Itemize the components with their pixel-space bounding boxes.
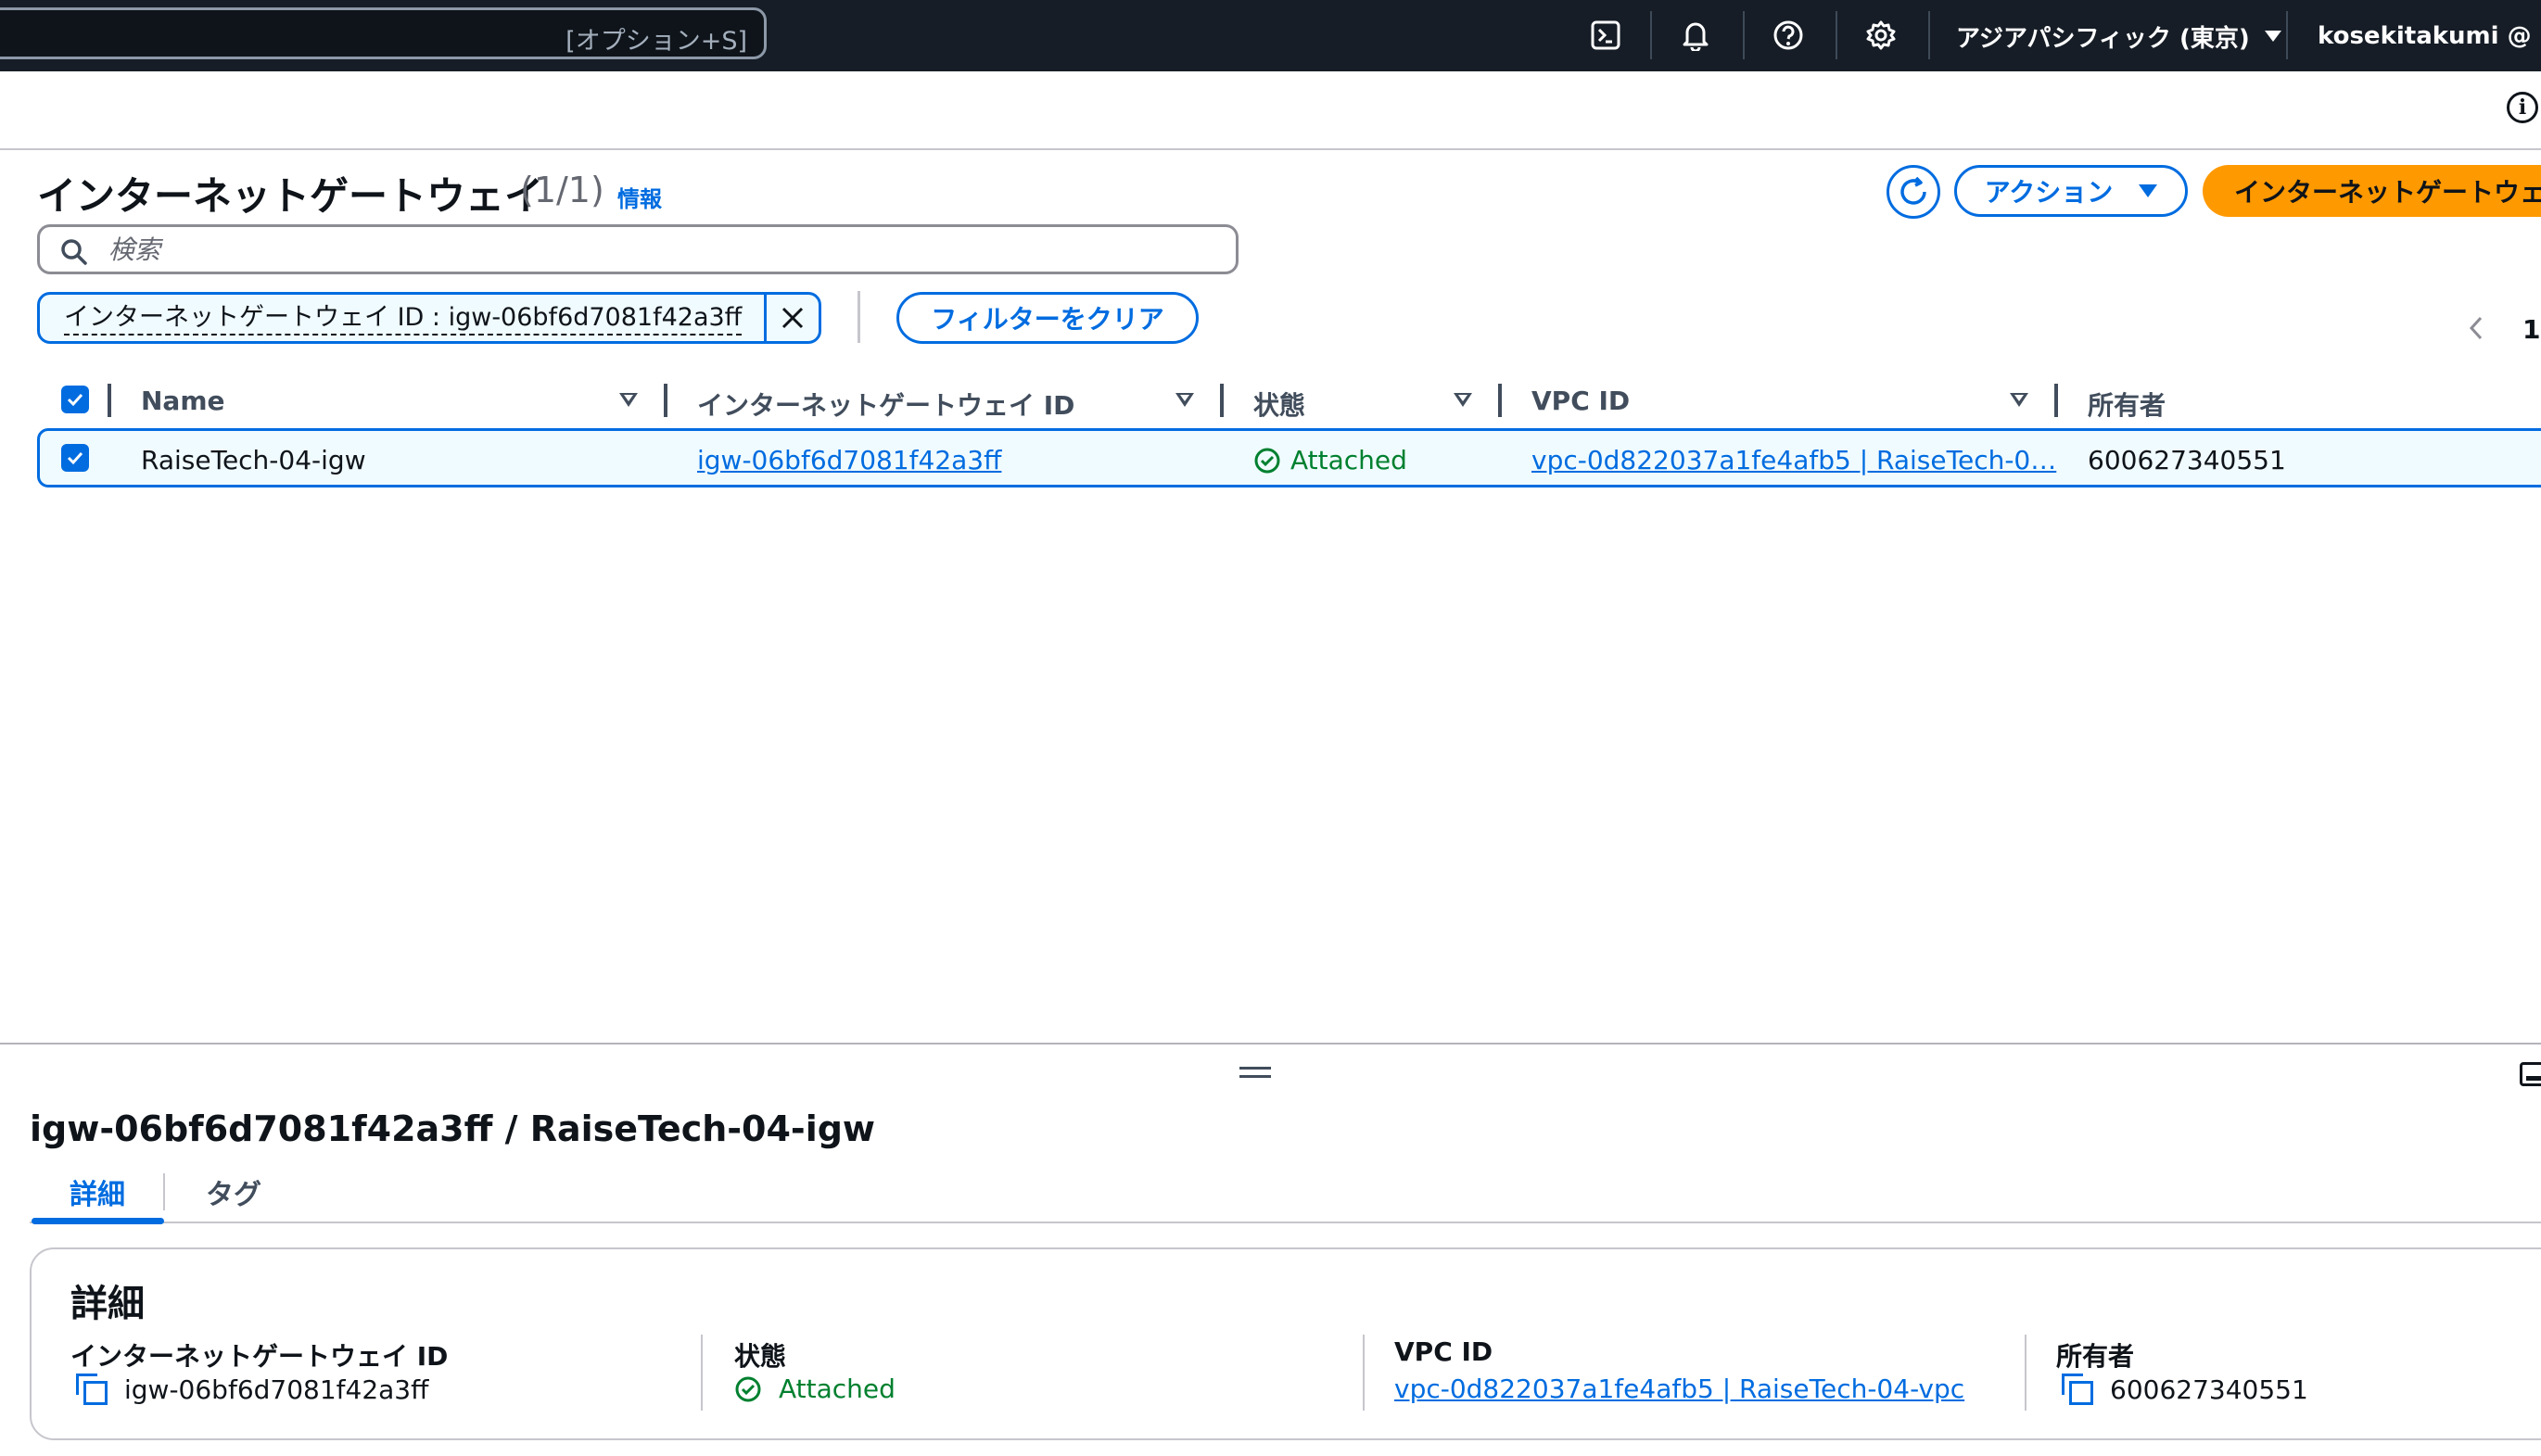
copy-icon[interactable] — [76, 1374, 108, 1405]
check-icon — [67, 393, 83, 407]
pagination-page-number[interactable]: 1 — [2522, 314, 2540, 345]
create-internet-gateway-button[interactable]: インターネットゲートウェイの作成 — [2203, 165, 2541, 217]
state-value: Attached — [779, 1374, 896, 1404]
search-shortcut-hint: [オプション+S] — [565, 27, 747, 56]
cloudshell-icon[interactable] — [1584, 14, 1627, 57]
tab-separator — [163, 1173, 165, 1210]
region-selector[interactable]: アジアパシフィック (東京) — [1956, 15, 2281, 57]
account-menu[interactable]: kosekitakumi @ 6006 — [2318, 15, 2541, 57]
secondary-bar — [0, 71, 2541, 150]
select-all-checkbox[interactable] — [61, 386, 89, 413]
column-separator — [664, 384, 667, 417]
field-value-owner: 600627340551 — [2062, 1374, 2308, 1405]
search-input[interactable] — [108, 233, 1202, 266]
toolbar-separator — [858, 291, 860, 343]
sort-icon[interactable] — [1454, 393, 1472, 407]
page-title: インターネットゲートウェイ — [37, 173, 544, 219]
field-label-state: 状態 — [734, 1341, 787, 1372]
global-search-input[interactable]: [オプション+S] — [0, 7, 767, 59]
info-circle-icon[interactable]: i — [2507, 92, 2538, 123]
check-icon — [67, 451, 83, 465]
column-header-igw-id[interactable]: インターネットゲートウェイ ID — [697, 386, 1074, 423]
account-label: kosekitakumi @ 6006 — [2318, 22, 2541, 50]
detail-tabs: 詳細 タグ — [30, 1166, 2541, 1224]
create-button-label: インターネットゲートウェイの作成 — [2234, 177, 2541, 208]
column-separator — [108, 384, 111, 417]
column-separator — [2054, 384, 2058, 417]
sort-icon[interactable] — [619, 393, 638, 407]
panel-preferences-icon[interactable] — [2520, 1062, 2541, 1086]
bell-icon[interactable] — [1674, 14, 1717, 57]
column-separator — [1498, 384, 1502, 417]
help-icon[interactable] — [1767, 14, 1810, 57]
filter-remove-icon[interactable] — [767, 295, 819, 341]
cell-state-label: Attached — [1290, 445, 1407, 475]
filter-token: インターネットゲートウェイ ID : igw-06bf6d7081f42a3ff — [37, 292, 821, 344]
nav-separator — [1650, 11, 1652, 59]
refresh-button[interactable] — [1887, 165, 1940, 219]
column-header-name[interactable]: Name — [141, 386, 225, 416]
check-circle-icon — [1254, 448, 1280, 473]
settings-icon[interactable] — [1860, 14, 1902, 57]
cell-name: RaiseTech-04-igw — [141, 445, 366, 475]
table-header: Name インターネットゲートウェイ ID 状態 VPC ID 所有者 — [37, 374, 2541, 426]
chevron-down-icon — [2139, 184, 2158, 197]
page-count: (1/1) — [520, 170, 604, 210]
table-row[interactable]: RaiseTech-04-igw igw-06bf6d7081f42a3ff A… — [37, 428, 2541, 487]
chevron-down-icon — [2264, 31, 2281, 42]
field-separator — [2025, 1335, 2026, 1411]
column-separator — [1220, 384, 1224, 417]
column-header-vpc-id[interactable]: VPC ID — [1531, 386, 1630, 416]
field-value-igw-id: igw-06bf6d7081f42a3ff — [76, 1374, 428, 1405]
vpc-id-link[interactable]: vpc-0d822037a1fe4afb5 | RaiseTech-04-vpc — [1394, 1374, 1964, 1404]
search-icon — [61, 239, 87, 265]
detail-title: igw-06bf6d7081f42a3ff / RaiseTech-04-igw — [30, 1108, 876, 1149]
region-label: アジアパシフィック (東京) — [1956, 24, 2250, 53]
actions-button[interactable]: アクション — [1954, 165, 2188, 217]
active-tab-indicator — [32, 1218, 164, 1224]
column-header-owner[interactable]: 所有者 — [2088, 386, 2166, 423]
field-label-vpc-id: VPC ID — [1394, 1336, 1493, 1367]
sort-icon[interactable] — [1175, 393, 1194, 407]
refresh-icon — [1900, 176, 1926, 205]
column-header-state[interactable]: 状態 — [1253, 386, 1305, 423]
tab-details[interactable]: 詳細 — [70, 1171, 125, 1212]
split-panel-divider — [0, 1043, 2541, 1045]
nav-separator — [1836, 11, 1837, 59]
field-separator — [1363, 1335, 1365, 1411]
search-box — [37, 224, 1239, 274]
field-label-igw-id: インターネットゲートウェイ ID — [70, 1341, 449, 1372]
field-label-owner: 所有者 — [2056, 1341, 2135, 1372]
cell-state: Attached — [1253, 445, 1407, 475]
igw-id-value: igw-06bf6d7081f42a3ff — [124, 1374, 429, 1405]
details-card: 詳細 インターネットゲートウェイ ID igw-06bf6d7081f42a3f… — [30, 1247, 2541, 1440]
top-navigation-bar: [オプション+S] アジアパシフィック (東京) kosekitakumi @ … — [0, 0, 2541, 71]
drag-handle-icon[interactable] — [1239, 1067, 1271, 1078]
actions-button-label: アクション — [1984, 177, 2114, 208]
check-circle-icon — [735, 1376, 761, 1401]
nav-separator — [1743, 11, 1745, 59]
cell-igw-id-link[interactable]: igw-06bf6d7081f42a3ff — [697, 445, 1001, 475]
field-separator — [701, 1335, 703, 1411]
app-root: [オプション+S] アジアパシフィック (東京) kosekitakumi @ … — [0, 0, 2541, 1456]
tab-tags[interactable]: タグ — [206, 1171, 261, 1212]
field-value-state: Attached — [734, 1374, 896, 1404]
cell-owner: 600627340551 — [2088, 445, 2286, 475]
row-select-checkbox[interactable] — [61, 444, 89, 472]
info-link[interactable]: 情報 — [617, 181, 662, 213]
filter-token-label[interactable]: インターネットゲートウェイ ID : igw-06bf6d7081f42a3ff — [64, 302, 743, 336]
chevron-left-icon[interactable] — [2466, 314, 2486, 342]
sort-icon[interactable] — [2010, 393, 2028, 407]
nav-separator — [2286, 11, 2288, 59]
card-heading: 詳細 — [70, 1283, 145, 1325]
clear-filters-button[interactable]: フィルターをクリア — [896, 292, 1199, 344]
cell-vpc-id-link[interactable]: vpc-0d822037a1fe4afb5 | RaiseTech-0… — [1531, 445, 2056, 475]
owner-value: 600627340551 — [2110, 1374, 2308, 1405]
nav-separator — [1928, 11, 1930, 59]
copy-icon[interactable] — [2062, 1374, 2093, 1405]
